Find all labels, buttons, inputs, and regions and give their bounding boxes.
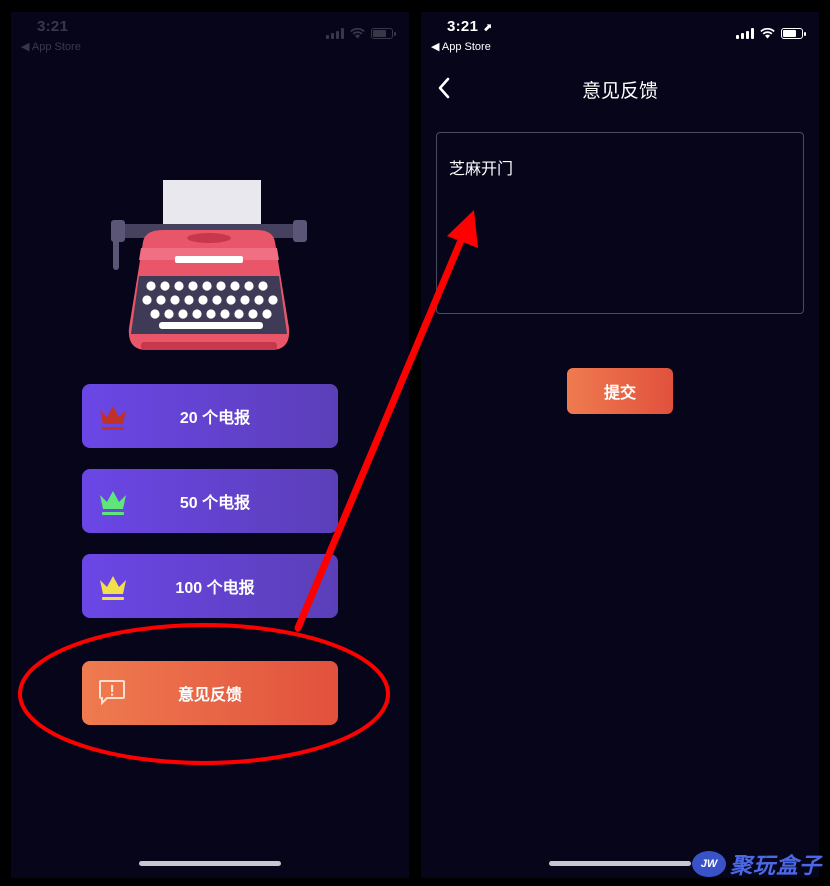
status-bar: 3:21 ◀ App Store <box>11 12 409 58</box>
home-indicator <box>549 861 691 866</box>
battery-icon <box>781 28 806 39</box>
option-50-telegrams[interactable]: 50 个电报 <box>82 469 338 533</box>
wifi-icon <box>350 28 365 39</box>
status-time: 3:21 ⬈ <box>447 18 492 35</box>
crown-icon <box>100 406 126 430</box>
watermark: JW 聚玩盒子 <box>691 848 822 880</box>
option-label: 20 个电报 <box>179 410 251 427</box>
signal-icon <box>326 28 344 39</box>
typewriter-illustration <box>111 180 307 350</box>
feedback-text-area[interactable]: 芝麻开门 <box>436 132 804 314</box>
crown-icon <box>100 576 126 600</box>
left-phone-screen: 3:21 ◀ App Store 20 个电报 50 个电报 100 个电报 意… <box>11 12 409 878</box>
option-100-telegrams[interactable]: 100 个电报 <box>82 554 338 618</box>
watermark-text: 聚玩盒子 <box>729 853 822 878</box>
page-title: 意见反馈 <box>581 81 658 102</box>
right-phone-screen: 3:21 ⬈ ◀ App Store 意见反馈 芝麻开门 提交 <box>421 12 819 878</box>
status-icons <box>736 28 806 39</box>
feedback-button-label: 意见反馈 <box>177 687 242 704</box>
back-to-app-store-link[interactable]: ◀ App Store <box>431 40 491 53</box>
wifi-icon <box>760 28 775 39</box>
status-time: 3:21 <box>37 18 69 35</box>
feedback-button[interactable]: 意见反馈 <box>82 661 338 725</box>
option-20-telegrams[interactable]: 20 个电报 <box>82 384 338 448</box>
battery-icon <box>371 28 396 39</box>
status-time-value: 3:21 <box>447 18 479 35</box>
option-label: 50 个电报 <box>179 495 251 512</box>
feedback-alert-icon <box>99 680 125 705</box>
signal-icon <box>736 28 754 39</box>
nav-bar: 意见反馈 <box>421 68 819 108</box>
feedback-text-value: 芝麻开门 <box>449 161 514 178</box>
watermark-logo: JW <box>691 851 726 877</box>
option-label: 100 个电报 <box>175 580 255 597</box>
status-bar: 3:21 ⬈ ◀ App Store <box>421 12 819 58</box>
submit-button[interactable]: 提交 <box>567 368 673 414</box>
home-indicator <box>139 861 281 866</box>
location-arrow-icon: ⬈ <box>482 22 493 34</box>
status-icons <box>326 28 396 39</box>
back-to-app-store-link[interactable]: ◀ App Store <box>21 40 81 53</box>
crown-icon <box>100 491 126 515</box>
